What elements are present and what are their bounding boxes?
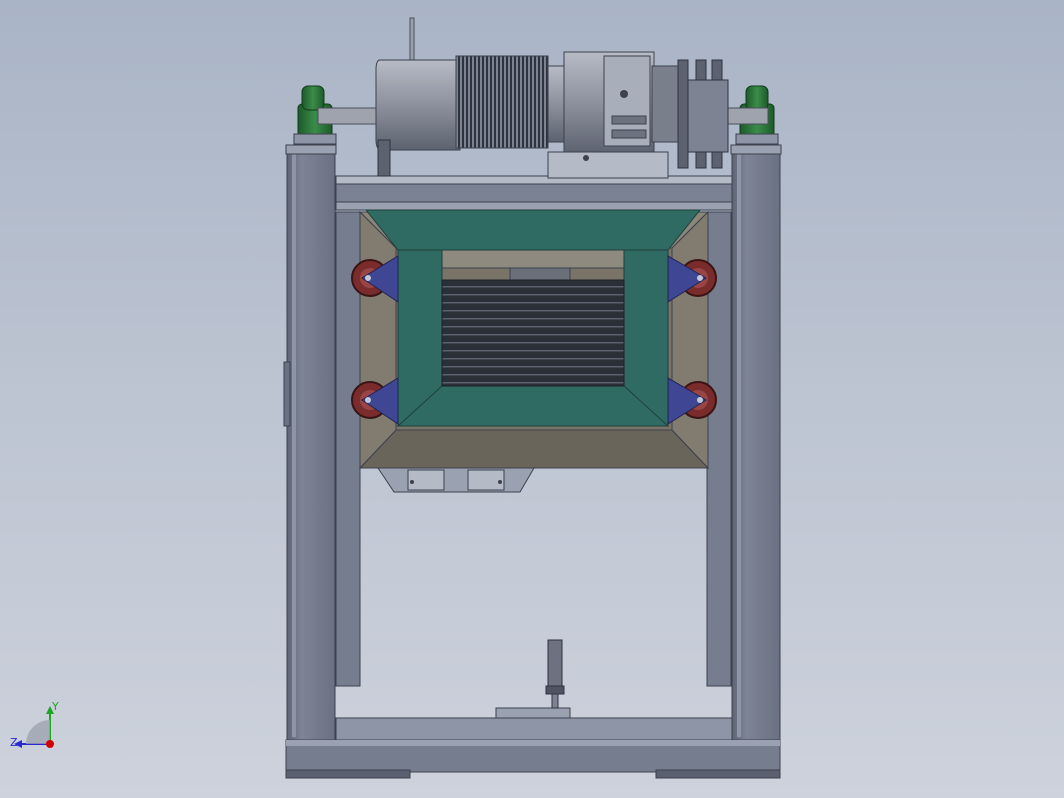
- base-frame[interactable]: [285, 717, 781, 779]
- top-crossbeam[interactable]: [335, 175, 733, 211]
- triad-plane: [26, 720, 50, 744]
- z-axis-label: Z: [10, 736, 18, 749]
- teal-hopper-panel[interactable]: [364, 209, 702, 427]
- left-column[interactable]: [283, 145, 336, 743]
- center-cylinder[interactable]: [495, 639, 571, 719]
- right-column[interactable]: [731, 145, 781, 743]
- drive-sprockets[interactable]: [677, 59, 729, 169]
- orientation-triad: Y Z: [10, 700, 59, 749]
- idler-sprocket: [377, 139, 391, 177]
- gearbox[interactable]: [547, 51, 683, 179]
- x-axis-dot: [46, 740, 54, 748]
- cad-viewport[interactable]: Y Z: [0, 0, 1064, 798]
- right-column-cap: [730, 144, 782, 155]
- drive-motor[interactable]: [375, 17, 567, 151]
- left-column-cap: [285, 144, 337, 155]
- gearbox-base: [547, 151, 669, 179]
- y-axis-label: Y: [51, 700, 59, 713]
- machine-assembly-model[interactable]: [0, 0, 1064, 798]
